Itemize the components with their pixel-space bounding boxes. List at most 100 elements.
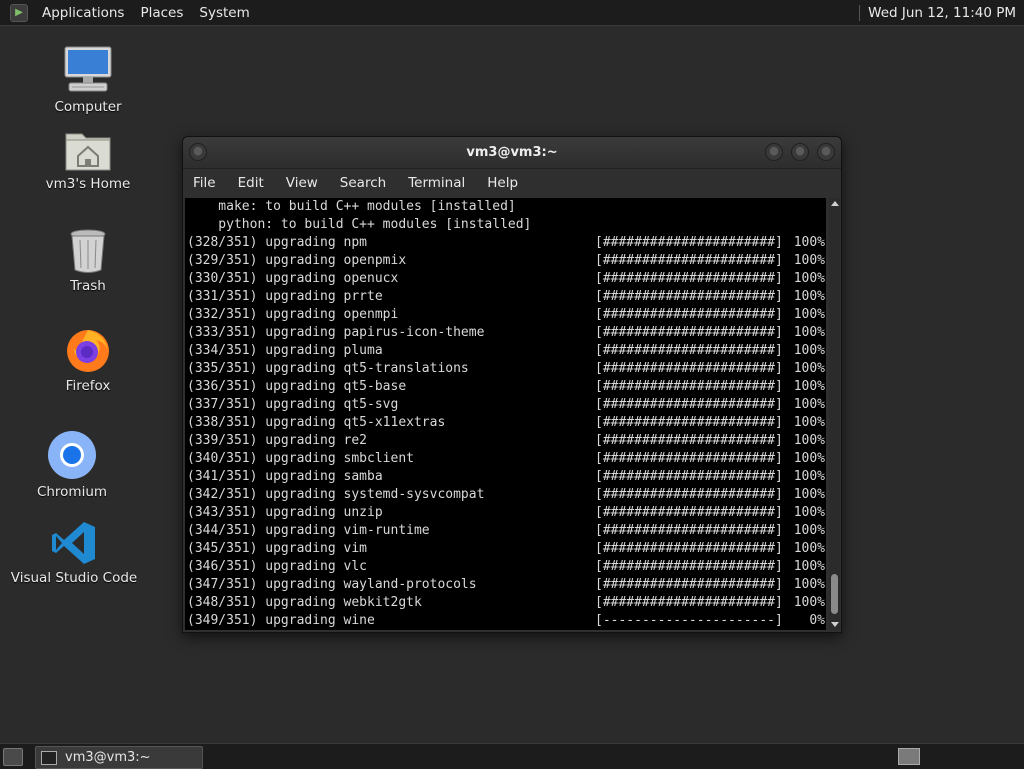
terminal-line: (348/351) upgrading webkit2gtk [#########… (185, 594, 826, 612)
terminal-line: (328/351) upgrading npm [################… (185, 234, 826, 252)
menu-places[interactable]: Places (132, 5, 191, 21)
progress-bar: [######################] (595, 559, 783, 574)
progress-percent: 100% (793, 397, 825, 412)
progress-percent: 100% (793, 559, 825, 574)
home-folder-icon (65, 133, 111, 171)
terminal-line: (339/351) upgrading re2 [################… (185, 432, 826, 450)
progress-bar: [######################] (595, 433, 783, 448)
terminal-output[interactable]: make: to build C++ modules [installed] p… (185, 198, 826, 630)
desktop-icon-firefox[interactable]: Firefox (18, 326, 158, 394)
terminal-line: python: to build C++ modules [installed] (187, 217, 532, 232)
menu-search[interactable]: Search (329, 175, 397, 191)
progress-percent: 100% (793, 505, 825, 520)
terminal-line: (333/351) upgrading papirus-icon-theme [#… (185, 324, 826, 342)
terminal-line: (342/351) upgrading systemd-sysvcompat [#… (185, 486, 826, 504)
taskbar-item-terminal[interactable]: vm3@vm3:~ (35, 746, 203, 769)
terminal-line: (347/351) upgrading wayland-protocols [##… (185, 576, 826, 594)
package-label: (338/351) upgrading qt5-x11extras (187, 415, 446, 430)
menu-help[interactable]: Help (476, 175, 529, 191)
progress-bar: [######################] (595, 307, 783, 322)
progress-bar: [######################] (595, 289, 783, 304)
desktop-icon-chromium[interactable]: Chromium (2, 430, 142, 500)
show-desktop-icon[interactable] (3, 748, 23, 766)
desktop-icon-vscode[interactable]: Visual Studio Code (4, 520, 144, 586)
scroll-up-icon[interactable] (831, 201, 839, 206)
progress-percent: 100% (793, 433, 825, 448)
progress-percent: 100% (793, 289, 825, 304)
terminal-line: (335/351) upgrading qt5-translations [###… (185, 360, 826, 378)
progress-bar: [######################] (595, 577, 783, 592)
terminal-line: (340/351) upgrading smbclient [##########… (185, 450, 826, 468)
progress-bar: [######################] (595, 253, 783, 268)
scroll-thumb[interactable] (831, 574, 838, 614)
terminal-line: (331/351) upgrading prrte [##############… (185, 288, 826, 306)
terminal-window[interactable]: vm3@vm3:~ File Edit View Search Terminal… (182, 136, 842, 633)
close-icon[interactable] (817, 143, 835, 161)
progress-percent: 100% (793, 307, 825, 322)
minimize-icon[interactable] (765, 143, 783, 161)
terminal-menubar: File Edit View Search Terminal Help (183, 169, 841, 197)
progress-bar: [######################] (595, 451, 783, 466)
terminal-line: (337/351) upgrading qt5-svg [############… (185, 396, 826, 414)
applications-menu-icon[interactable]: ▶ (10, 3, 28, 22)
maximize-icon[interactable] (791, 143, 809, 161)
progress-bar: [######################] (595, 379, 783, 394)
desktop-icon-home[interactable]: vm3's Home (18, 128, 158, 192)
clock[interactable]: Wed Jun 12, 11:40 PM (868, 5, 1024, 21)
progress-percent: 100% (793, 271, 825, 286)
progress-bar: [######################] (595, 505, 783, 520)
progress-bar: [----------------------] (595, 613, 783, 628)
package-label: (342/351) upgrading systemd-sysvcompat (187, 487, 485, 502)
package-label: (346/351) upgrading vlc (187, 559, 368, 574)
package-label: (334/351) upgrading pluma (187, 343, 383, 358)
desktop-icon-label: vm3's Home (45, 176, 131, 192)
terminal-scrollbar[interactable] (829, 198, 840, 630)
terminal-line: make: to build C++ modules [installed] (187, 199, 516, 214)
menu-file[interactable]: File (183, 175, 227, 191)
workspace-switcher[interactable] (898, 748, 920, 765)
taskbar-item-label: vm3@vm3:~ (65, 750, 151, 765)
firefox-icon (67, 330, 109, 372)
package-label: (344/351) upgrading vim-runtime (187, 523, 430, 538)
progress-percent: 100% (793, 235, 825, 250)
scroll-down-icon[interactable] (831, 622, 839, 627)
menu-system[interactable]: System (191, 5, 257, 21)
menu-applications[interactable]: Applications (34, 5, 132, 21)
package-label: (329/351) upgrading openpmix (187, 253, 407, 268)
trash-icon (70, 229, 106, 273)
vscode-icon (52, 522, 95, 564)
package-label: (328/351) upgrading npm (187, 235, 368, 250)
terminal-icon (41, 750, 57, 765)
progress-bar: [######################] (595, 487, 783, 502)
desktop-icon-label: Chromium (36, 484, 108, 500)
chromium-icon (48, 431, 96, 479)
top-panel: ▶ Applications Places System Wed Jun 12,… (0, 0, 1024, 26)
progress-percent: 0% (809, 613, 825, 628)
desktop-icon-computer[interactable]: Computer (18, 45, 158, 115)
title-bar[interactable]: vm3@vm3:~ (183, 137, 841, 169)
package-label: (340/351) upgrading smbclient (187, 451, 414, 466)
progress-percent: 100% (793, 541, 825, 556)
package-label: (337/351) upgrading qt5-svg (187, 397, 399, 412)
menu-terminal[interactable]: Terminal (397, 175, 476, 191)
progress-bar: [######################] (595, 361, 783, 376)
menu-view[interactable]: View (275, 175, 329, 191)
desktop-icon-trash[interactable]: Trash (18, 228, 158, 294)
menu-edit[interactable]: Edit (227, 175, 275, 191)
progress-bar: [######################] (595, 325, 783, 340)
package-label: (341/351) upgrading samba (187, 469, 383, 484)
bottom-panel: vm3@vm3:~ (0, 743, 1024, 769)
package-label: (332/351) upgrading openmpi (187, 307, 399, 322)
progress-bar: [######################] (595, 595, 783, 610)
terminal-line: (329/351) upgrading openpmix [###########… (185, 252, 826, 270)
progress-bar: [######################] (595, 469, 783, 484)
terminal-line: (343/351) upgrading unzip [##############… (185, 504, 826, 522)
progress-bar: [######################] (595, 271, 783, 286)
package-label: (345/351) upgrading vim (187, 541, 368, 556)
progress-bar: [######################] (595, 541, 783, 556)
package-label: (349/351) upgrading wine (187, 613, 375, 628)
terminal-line: (334/351) upgrading pluma [##############… (185, 342, 826, 360)
progress-bar: [######################] (595, 397, 783, 412)
package-label: (347/351) upgrading wayland-protocols (187, 577, 477, 592)
package-label: (330/351) upgrading openucx (187, 271, 399, 286)
